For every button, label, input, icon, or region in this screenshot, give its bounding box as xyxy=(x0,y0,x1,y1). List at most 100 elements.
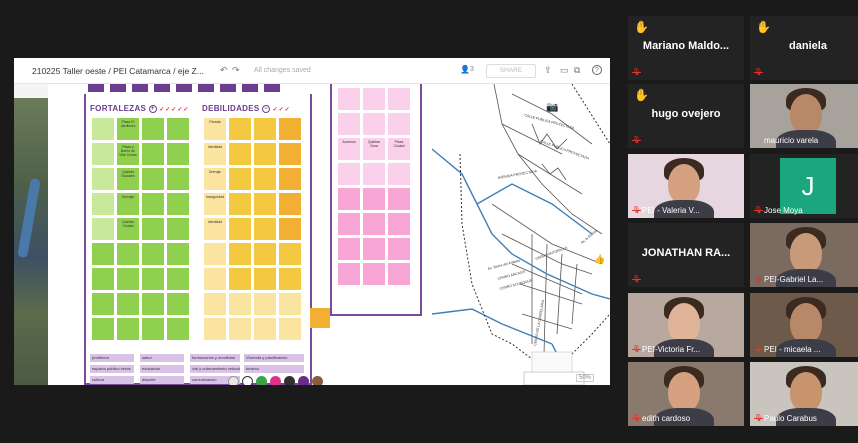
board-title[interactable]: 210225 Taller oeste / PEI Catamarca / ej… xyxy=(32,66,204,76)
sticky-note[interactable]: Identidad xyxy=(204,143,226,165)
participant-tile[interactable]: PEI - Valeria V... 🎙 xyxy=(628,154,744,218)
sticky-note[interactable] xyxy=(388,88,410,110)
sticky-note[interactable] xyxy=(388,188,410,210)
sticky-note[interactable] xyxy=(167,118,189,140)
participant-tile[interactable]: edith cardoso 🎙 xyxy=(628,362,744,426)
chat-icon[interactable]: ▭ xyxy=(560,65,569,76)
sticky-note[interactable] xyxy=(310,308,330,328)
sticky-note[interactable] xyxy=(279,268,301,290)
add-icon[interactable]: + xyxy=(148,104,157,113)
sticky-note[interactable] xyxy=(167,293,189,315)
participant-tile[interactable]: ✋ Mariano Maldo... 🎙 xyxy=(628,16,744,80)
sticky-note[interactable] xyxy=(279,218,301,240)
sticky-note[interactable] xyxy=(117,268,139,290)
sticky-note[interactable] xyxy=(254,243,276,265)
help-icon[interactable]: ? xyxy=(592,65,602,75)
sticky-note[interactable]: Parada xyxy=(204,118,226,140)
color-swatch[interactable] xyxy=(270,376,281,385)
sticky-note[interactable] xyxy=(388,263,410,285)
sticky-note[interactable] xyxy=(254,143,276,165)
sticky-note[interactable]: Drenaje xyxy=(117,193,139,215)
participant-tile[interactable]: PEI-Gabriel La... 🎙 xyxy=(750,223,858,287)
sticky-note[interactable] xyxy=(92,218,114,240)
sticky-note[interactable] xyxy=(254,293,276,315)
sticky-note[interactable] xyxy=(388,238,410,260)
sticky-note[interactable] xyxy=(279,243,301,265)
sticky-note[interactable] xyxy=(204,293,226,315)
sticky-note[interactable] xyxy=(229,268,251,290)
sticky-note[interactable] xyxy=(92,118,114,140)
sticky-note[interactable] xyxy=(92,268,114,290)
sticky-note[interactable] xyxy=(229,143,251,165)
color-swatch[interactable] xyxy=(228,376,239,385)
participant-tile[interactable]: ✋ hugo ovejero 🎙 xyxy=(628,84,744,148)
color-swatch[interactable] xyxy=(284,376,295,385)
sticky-note[interactable] xyxy=(229,193,251,215)
camera-icon[interactable]: 📷 xyxy=(546,102,558,113)
sticky-note[interactable] xyxy=(204,268,226,290)
sticky-note[interactable] xyxy=(229,243,251,265)
sticky-note[interactable]: Accesos xyxy=(338,138,360,160)
sticky-note[interactable] xyxy=(204,243,226,265)
sticky-note[interactable]: Quintas Zona xyxy=(363,138,385,160)
color-swatch[interactable] xyxy=(298,376,309,385)
sticky-note[interactable] xyxy=(363,113,385,135)
sticky-note[interactable] xyxy=(92,143,114,165)
sticky-note[interactable] xyxy=(363,263,385,285)
sticky-note[interactable] xyxy=(229,168,251,190)
sticky-note[interactable] xyxy=(338,213,360,235)
thumbs-up-icon[interactable]: 👍 xyxy=(594,254,605,265)
undo-icon[interactable]: ↶ xyxy=(220,65,228,76)
sticky-note[interactable]: Inseguridad xyxy=(204,193,226,215)
sticky-note[interactable]: Plaza y Barrio de Villa Cubas xyxy=(117,143,139,165)
color-swatch[interactable] xyxy=(256,376,267,385)
sticky-note[interactable] xyxy=(229,118,251,140)
sticky-note[interactable] xyxy=(338,238,360,260)
sticky-note[interactable] xyxy=(167,193,189,215)
sticky-note[interactable] xyxy=(279,168,301,190)
sticky-note[interactable] xyxy=(167,268,189,290)
sticky-note[interactable] xyxy=(167,168,189,190)
sticky-note[interactable] xyxy=(92,293,114,315)
sticky-note[interactable] xyxy=(142,118,164,140)
sticky-note[interactable]: Identidad xyxy=(204,218,226,240)
upload-icon[interactable]: ⇪ xyxy=(544,65,552,76)
participant-tile[interactable]: J Jose Moya 🎙 xyxy=(750,154,858,218)
sticky-note[interactable] xyxy=(279,318,301,340)
sticky-note[interactable] xyxy=(92,243,114,265)
sticky-note[interactable] xyxy=(388,113,410,135)
sticky-note[interactable] xyxy=(338,163,360,185)
sticky-note[interactable] xyxy=(338,188,360,210)
color-swatch[interactable] xyxy=(312,376,323,385)
sticky-note[interactable] xyxy=(167,143,189,165)
sticky-note[interactable] xyxy=(92,168,114,190)
sticky-note[interactable] xyxy=(279,143,301,165)
sticky-note[interactable] xyxy=(254,218,276,240)
sticky-note[interactable] xyxy=(279,193,301,215)
sticky-note[interactable]: Drenaje xyxy=(204,168,226,190)
redo-icon[interactable]: ↷ xyxy=(232,65,240,76)
color-toolbar[interactable] xyxy=(228,376,378,385)
sticky-note[interactable] xyxy=(254,168,276,190)
sticky-note[interactable] xyxy=(167,243,189,265)
sticky-note[interactable] xyxy=(117,293,139,315)
sticky-note[interactable] xyxy=(363,88,385,110)
sticky-note[interactable] xyxy=(254,268,276,290)
sticky-note[interactable] xyxy=(142,193,164,215)
sticky-board[interactable]: FORTALEZAS + ✓✓✓✓✓ DEBILIDADES − ✓✓✓ pro… xyxy=(84,84,429,385)
sticky-note[interactable]: Plaza El Jardinera xyxy=(117,118,139,140)
sticky-note[interactable] xyxy=(167,218,189,240)
sticky-note[interactable] xyxy=(142,268,164,290)
sticky-note[interactable] xyxy=(363,163,385,185)
sticky-note[interactable] xyxy=(388,213,410,235)
sticky-note[interactable]: Plaza Ciudad xyxy=(388,138,410,160)
zoom-level[interactable]: 50% xyxy=(576,374,595,382)
sticky-note[interactable] xyxy=(279,293,301,315)
sticky-note[interactable] xyxy=(363,188,385,210)
sticky-note[interactable]: Quintas Sociales xyxy=(117,168,139,190)
sticky-note[interactable] xyxy=(142,143,164,165)
shared-screen[interactable]: 210225 Taller oeste / PEI Catamarca / ej… xyxy=(14,58,610,385)
sticky-note[interactable] xyxy=(92,318,114,340)
sticky-note[interactable] xyxy=(142,218,164,240)
sticky-note[interactable] xyxy=(142,168,164,190)
